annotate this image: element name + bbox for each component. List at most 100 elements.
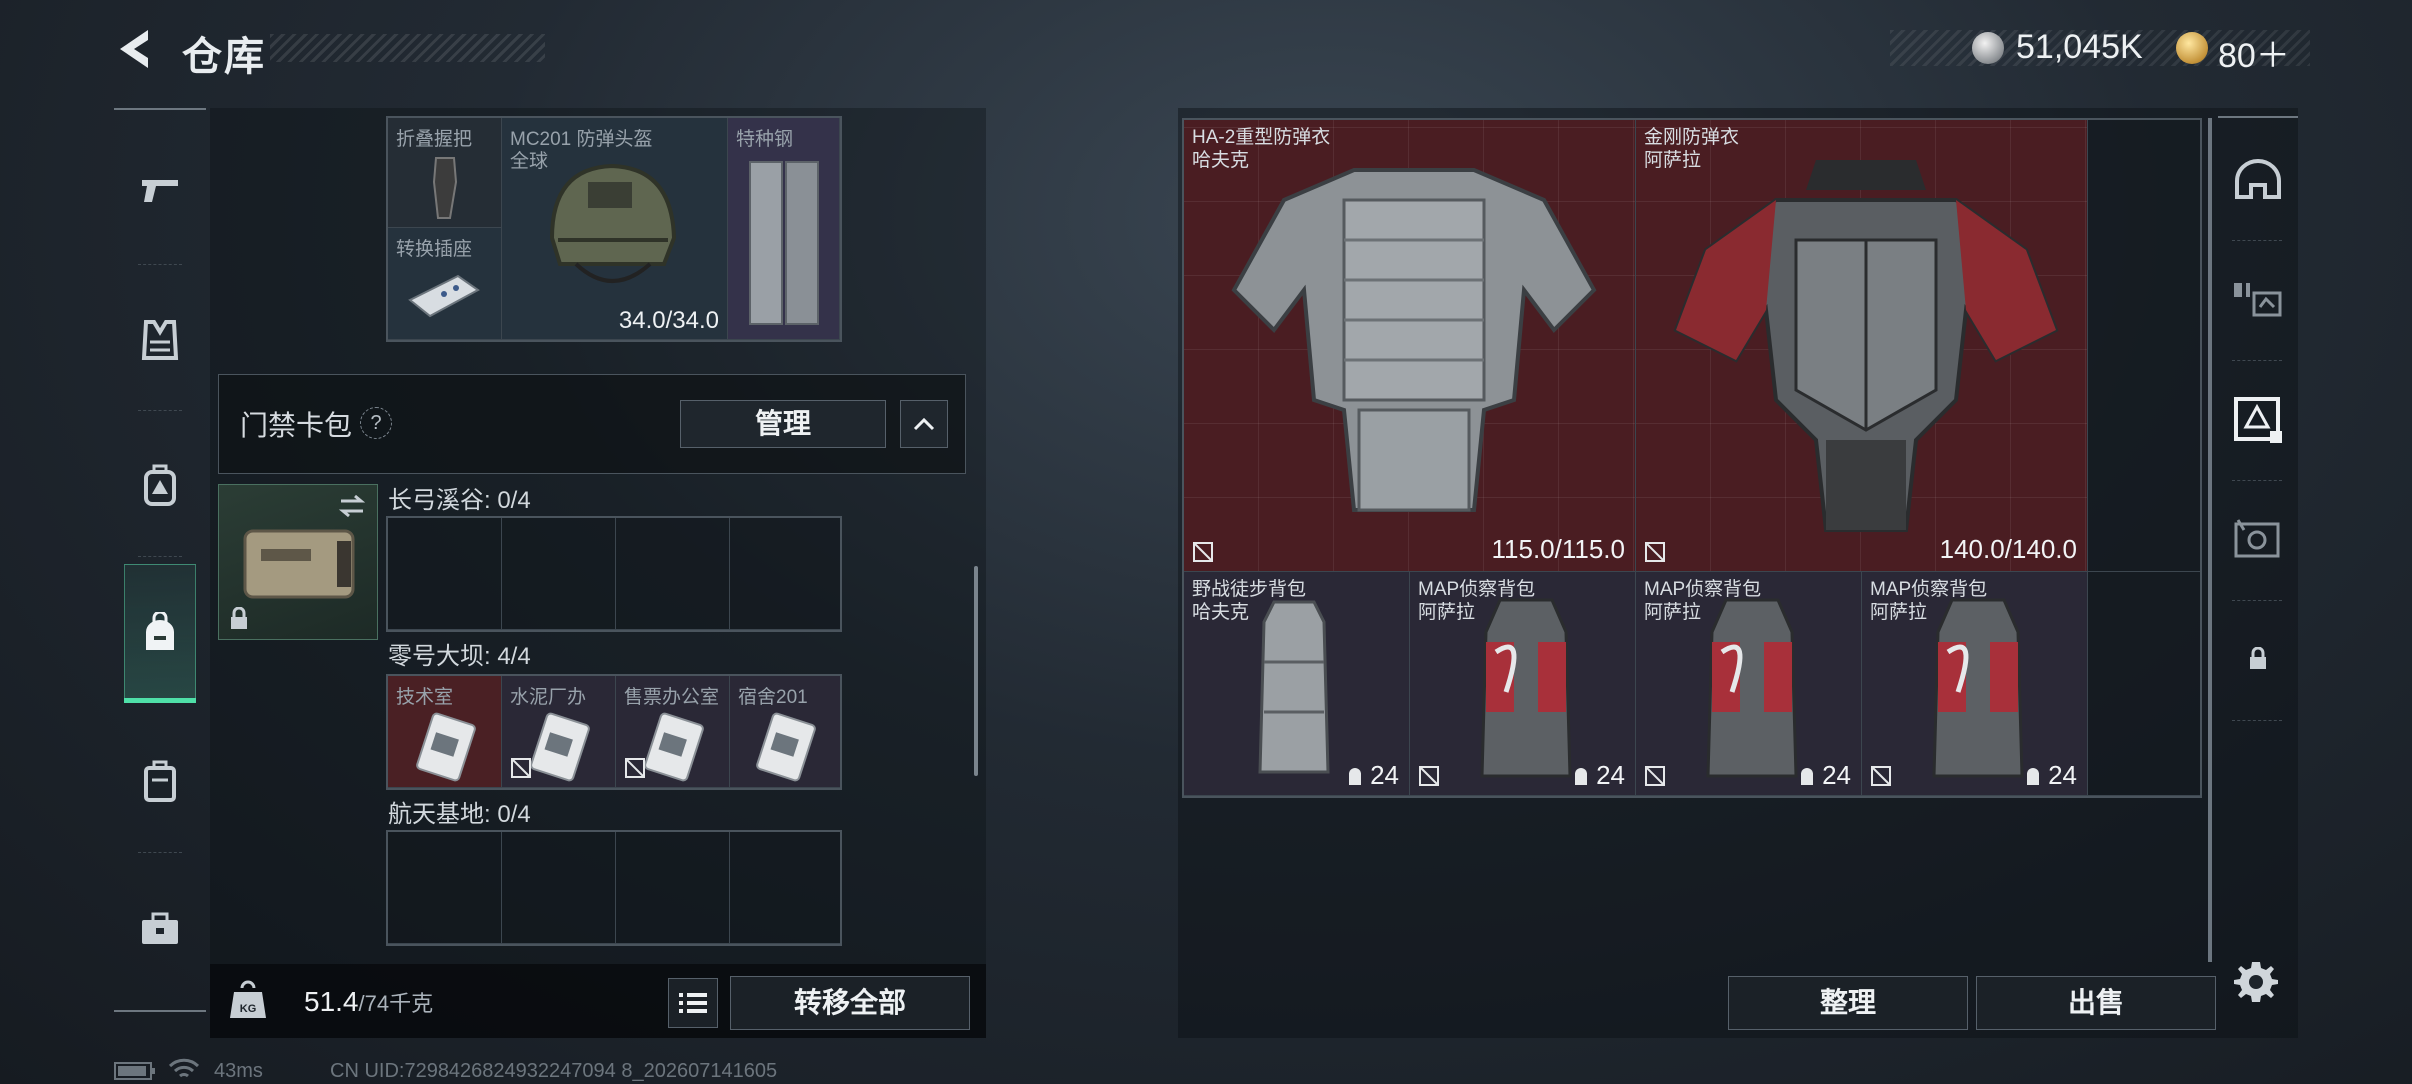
grid-cell-steel[interactable]: 特种钢 xyxy=(728,118,840,340)
transfer-all-button[interactable]: 转移全部 xyxy=(730,976,970,1030)
keycard-slot[interactable]: 宿舍201 xyxy=(730,676,840,788)
right-rail-helmet[interactable] xyxy=(2218,124,2298,234)
empty-inventory-slot[interactable] xyxy=(2088,120,2200,572)
armor-item-ha2[interactable]: HA-2重型防弹衣 哈夫克 115.0/115.0 xyxy=(1184,120,1636,572)
right-rail-locked[interactable] xyxy=(2218,604,2298,714)
sell-button[interactable]: 出售 xyxy=(1976,976,2216,1030)
empty-card-slot[interactable] xyxy=(730,832,840,944)
page-title: 仓库 xyxy=(182,35,266,79)
bag-capacity: 24 xyxy=(2024,760,2077,791)
rail-separator xyxy=(2232,600,2282,601)
right-scrollbar[interactable] xyxy=(2208,118,2212,962)
empty-card-slot[interactable] xyxy=(502,518,616,630)
manage-button[interactable]: 管理 xyxy=(680,400,886,448)
keycard-pack-slot[interactable] xyxy=(218,484,378,640)
card-case-icon xyxy=(243,529,355,599)
keycard-label: 技术室 xyxy=(396,687,454,708)
bag-item[interactable]: MAP侦察背包 阿萨拉 24 xyxy=(1862,572,2088,796)
armor-item-jingang[interactable]: 金刚防弹衣 阿萨拉 140.0/140.0 xyxy=(1636,120,2088,572)
gold-currency-value[interactable]: 80＋ xyxy=(2218,28,2290,77)
region-label-aerospace: 航天基地: 0/4 xyxy=(388,801,531,828)
rail-separator xyxy=(2232,720,2282,721)
inventory-grid: HA-2重型防弹衣 哈夫克 115.0/115.0 金刚防弹衣 阿萨拉 140.… xyxy=(1182,118,2202,798)
socket-adapter-icon xyxy=(408,274,480,318)
vest-icon xyxy=(141,320,179,360)
rail-top-line xyxy=(114,108,206,110)
jingang-armor-icon xyxy=(1673,160,2059,532)
empty-card-slot[interactable] xyxy=(388,518,502,630)
empty-card-slot[interactable] xyxy=(730,518,840,630)
bag-icon xyxy=(144,760,176,802)
helmet-icon xyxy=(2235,159,2281,199)
bag-item[interactable]: MAP侦察背包 阿萨拉 24 xyxy=(1636,572,1862,796)
rail-armor[interactable] xyxy=(124,276,196,404)
empty-inventory-slot[interactable] xyxy=(2088,572,2200,796)
svg-text:KG: KG xyxy=(240,1003,257,1015)
silver-currency-value[interactable]: 51,045K xyxy=(2016,28,2143,67)
capacity-icon xyxy=(1801,767,1814,785)
empty-card-slot[interactable] xyxy=(616,518,730,630)
no-trade-icon xyxy=(1871,766,1891,786)
bag-item[interactable]: MAP侦察背包 阿萨拉 24 xyxy=(1410,572,1636,796)
swap-icon xyxy=(338,494,366,518)
empty-card-slot[interactable] xyxy=(388,832,502,944)
uid-text: CN UID:7298426824932247094 8_20260714160… xyxy=(330,1060,778,1082)
collapse-button[interactable] xyxy=(900,400,948,448)
keycard-pack-title: 门禁卡包 xyxy=(240,410,353,441)
region-label-dam: 零号大坝: 4/4 xyxy=(388,643,531,670)
rail-separator xyxy=(138,410,182,411)
no-trade-icon xyxy=(1645,766,1665,786)
grip-icon xyxy=(432,157,458,219)
help-icon[interactable]: ? xyxy=(360,407,392,439)
empty-card-slot[interactable] xyxy=(502,832,616,944)
list-icon xyxy=(679,993,707,1013)
card-row-aerospace xyxy=(386,830,842,946)
rail-weapons[interactable] xyxy=(124,126,196,254)
rail-chest-rig[interactable] xyxy=(124,422,196,550)
bag-item[interactable]: 野战徒步背包 哈夫克 24 xyxy=(1184,572,1410,796)
armor-case-icon xyxy=(2234,397,2282,443)
back-arrow-icon[interactable] xyxy=(112,24,162,74)
no-trade-icon xyxy=(625,758,645,778)
rail-bag[interactable] xyxy=(124,716,196,844)
keycard-slot[interactable]: 售票办公室 xyxy=(616,676,730,788)
right-rail-vault[interactable] xyxy=(2218,484,2298,594)
sort-button[interactable]: 整理 xyxy=(1728,976,1968,1030)
keycard-slot[interactable]: 技术室 xyxy=(388,676,502,788)
rail-separator xyxy=(138,852,182,853)
helmet-icon xyxy=(549,163,677,283)
lock-icon xyxy=(2250,647,2266,669)
keycard-icon xyxy=(756,712,816,782)
rail-separator xyxy=(2232,360,2282,361)
empty-card-slot[interactable] xyxy=(616,832,730,944)
no-trade-icon xyxy=(1419,766,1439,786)
no-trade-icon xyxy=(511,758,531,778)
grid-cell-foldgrip[interactable]: 折叠握把 xyxy=(388,118,502,228)
grid-cell-adapter[interactable]: 转换插座 xyxy=(388,228,502,340)
chevron-up-icon xyxy=(913,417,935,431)
title-decoration xyxy=(270,34,545,62)
rail-bottom-line xyxy=(114,1010,206,1012)
weight-value: 51.4/74千克 xyxy=(304,986,433,1018)
capacity-icon xyxy=(1575,767,1588,785)
left-scrollbar[interactable] xyxy=(974,566,978,776)
map-backpack-icon xyxy=(1706,598,1798,778)
right-rail-armor-case[interactable] xyxy=(2218,364,2298,474)
settings-gear-icon[interactable] xyxy=(2232,958,2280,1006)
weight-current: 51.4 xyxy=(304,986,359,1017)
map-backpack-icon xyxy=(1480,598,1572,778)
backpack-icon xyxy=(146,612,174,650)
silver-coin-icon xyxy=(1972,32,2004,64)
rail-toolbox[interactable] xyxy=(124,864,196,992)
chest-rig-icon xyxy=(144,464,176,506)
list-view-button[interactable] xyxy=(668,978,718,1028)
weight-max: /74千克 xyxy=(358,991,434,1016)
rail-separator xyxy=(138,556,182,557)
weight-icon: KG xyxy=(230,980,266,1018)
grid-cell-helmet[interactable]: MC201 防弹头盔 全球 34.0/34.0 xyxy=(502,118,728,340)
keycard-slot[interactable]: 水泥厂办 xyxy=(502,676,616,788)
rail-backpack[interactable] xyxy=(124,564,196,702)
right-rail-attachments[interactable] xyxy=(2218,244,2298,354)
steel-plate-icon xyxy=(749,161,819,325)
rail-active-indicator xyxy=(124,698,196,703)
